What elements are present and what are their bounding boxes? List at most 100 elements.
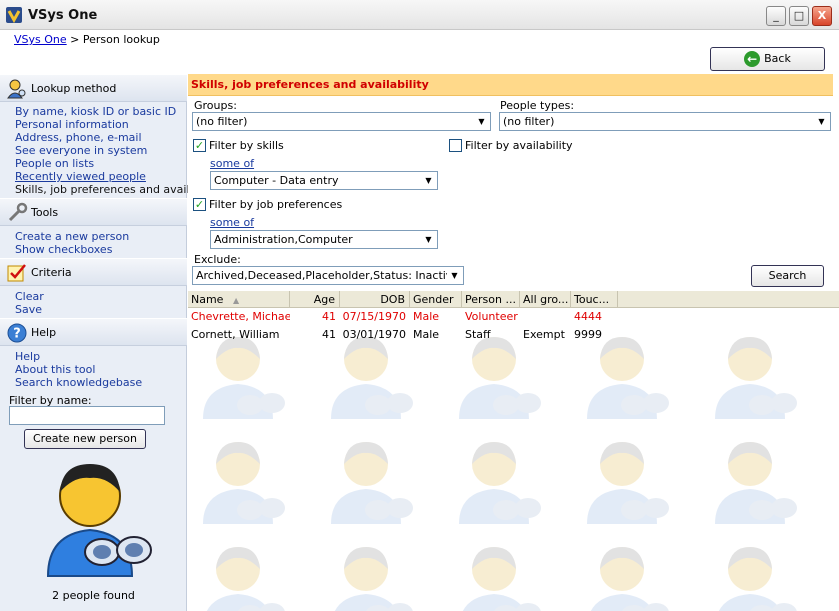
table-row[interactable]: Cornett, William 41 03/01/1970 Male Staf… [188,326,618,344]
cell-gender: Male [413,328,440,341]
cell-name: Cornett, William [191,328,280,341]
lookup-skills-current[interactable]: Skills, job preferences and availa... [15,183,207,196]
groups-select[interactable]: (no filter) ▼ [192,112,491,131]
vsys-logo-icon [6,7,22,23]
tools-title: Tools [31,206,59,219]
lookup-everyone[interactable]: See everyone in system [15,144,147,157]
groups-label: Groups: [194,99,237,112]
skills-match-link[interactable]: some of [210,157,254,170]
svg-text:?: ? [13,327,21,342]
help-link[interactable]: Help [15,350,40,363]
wrench-icon [8,202,28,222]
help-header: ? Help [0,318,187,346]
person-search-icon [7,79,26,99]
col-touch[interactable]: Touc... [571,291,618,308]
cell-age: 41 [322,328,336,341]
back-arrow-icon: ← [744,51,761,67]
filter-by-name-input[interactable] [9,406,165,425]
criteria-title: Criteria [31,266,72,279]
criteria-save[interactable]: Save [15,303,42,316]
lookup-method-title: Lookup method [31,82,117,95]
help-icon: ? [7,323,27,343]
filter-jobpref-label: Filter by job preferences [209,198,343,211]
jobpref-select[interactable]: Administration,Computer ▼ [210,230,438,249]
chevron-down-icon: ▼ [421,232,436,247]
section-title: Skills, job preferences and availability [188,74,833,96]
skills-select[interactable]: Computer - Data entry ▼ [210,171,438,190]
people-types-select-value: (no filter) [503,115,555,128]
back-button-label: Back [764,52,791,65]
cell-dob: 07/15/1970 [342,310,406,323]
filter-skills-label: Filter by skills [209,139,284,152]
search-button[interactable]: Search [751,265,824,287]
col-gender[interactable]: Gender [410,291,462,308]
sidebar: Lookup method By name, kiosk ID or basic… [0,74,207,611]
people-types-label: People types: [500,99,575,112]
filter-jobpref-checkbox[interactable]: ✓ [193,198,206,211]
filter-skills-checkbox[interactable]: ✓ [193,139,206,152]
cell-gender: Male [413,310,440,323]
main-panel: Skills, job preferences and availability… [188,74,839,611]
tools-create-person[interactable]: Create a new person [15,230,129,243]
close-button[interactable]: X [812,6,832,26]
header-band: VSys One > Person lookup ← Back [0,30,839,74]
jobpref-select-value: Administration,Computer [214,233,353,246]
tools-show-checkboxes[interactable]: Show checkboxes [15,243,112,256]
title-bar: VSys One _ □ X [0,0,839,30]
col-age-label: Age [313,293,335,306]
jobpref-match-link[interactable]: some of [210,216,254,229]
lookup-personal-info[interactable]: Personal information [15,118,129,131]
cell-touch: 9999 [574,328,602,341]
window-title: VSys One [28,8,98,23]
tools-header: Tools [0,198,187,226]
skills-select-value: Computer - Data entry [214,174,339,187]
col-dob[interactable]: DOB [340,291,410,308]
people-types-select[interactable]: (no filter) ▼ [499,112,831,131]
table-row[interactable]: Chevrette, Michael 41 07/15/1970 Male Vo… [188,308,618,326]
criteria-clear[interactable]: Clear [15,290,44,303]
col-age[interactable]: Age [290,291,340,308]
criteria-header: Criteria [0,258,187,286]
cell-name: Chevrette, Michael [191,310,290,323]
cell-age: 41 [322,310,336,323]
lookup-method-header: Lookup method [0,74,187,102]
breadcrumb: VSys One > Person lookup [14,33,160,46]
breadcrumb-current: Person lookup [82,33,160,46]
lookup-by-name[interactable]: By name, kiosk ID or basic ID [15,105,176,118]
results-table-header: Name ▲ Age DOB Gender Person ... All gro… [188,291,839,308]
exclude-select[interactable]: Archived,Deceased,Placeholder,Status: In… [192,266,464,285]
exclude-label: Exclude: [194,253,241,266]
filter-availability-label: Filter by availability [465,139,573,152]
filter-availability-checkbox[interactable] [449,139,462,152]
breadcrumb-root-link[interactable]: VSys One [14,33,67,46]
create-new-person-button[interactable]: Create new person [24,429,146,449]
checklist-icon [7,264,26,282]
col-dob-label: DOB [380,293,405,306]
lookup-people-on-lists[interactable]: People on lists [15,157,94,170]
chevron-down-icon: ▼ [447,268,462,283]
breadcrumb-separator: > [70,33,80,46]
cell-all-groups [520,308,571,326]
back-button[interactable]: ← Back [710,47,825,71]
cell-all-groups: Exempt [523,328,565,341]
lookup-recently-viewed[interactable]: Recently viewed people [15,170,146,183]
about-link[interactable]: About this tool [15,363,95,376]
person-lookup-illustration [46,464,152,577]
minimize-button[interactable]: _ [766,6,786,26]
col-person-type[interactable]: Person ... [462,291,520,308]
search-kb-link[interactable]: Search knowledgebase [15,376,142,389]
cell-touch: 4444 [574,310,602,323]
col-name[interactable]: Name ▲ [188,291,290,308]
cell-person-type: Volunteer [465,310,518,323]
groups-select-value: (no filter) [196,115,248,128]
col-name-label: Name [191,293,224,306]
cell-person-type: Staff [465,328,491,341]
people-found-count: 2 people found [52,589,135,602]
chevron-down-icon: ▼ [474,114,489,129]
col-all-groups[interactable]: All gro... [520,291,571,308]
maximize-button[interactable]: □ [789,6,809,26]
cell-dob: 03/01/1970 [342,328,406,341]
lookup-address-phone[interactable]: Address, phone, e-mail [15,131,142,144]
help-title: Help [31,326,57,339]
chevron-down-icon: ▼ [814,114,829,129]
